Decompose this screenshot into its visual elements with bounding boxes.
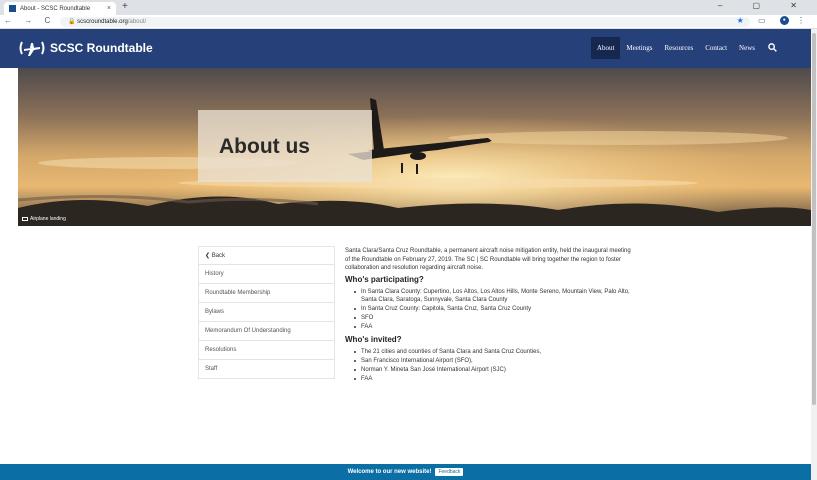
sidebar-item-bylaws[interactable]: Bylaws — [198, 303, 335, 322]
url-host: scscroundtable.org — [77, 19, 128, 25]
airplane-logo-icon — [19, 41, 45, 56]
nav-resources[interactable]: Resources — [658, 37, 699, 59]
page-scrollbar[interactable] — [811, 29, 817, 480]
camera-icon — [22, 217, 28, 221]
nav-news[interactable]: News — [733, 37, 761, 59]
sidebar-item-label: Back — [211, 252, 226, 259]
tab-title: About - SCSC Roundtable — [20, 5, 91, 12]
nav-contact[interactable]: Contact — [699, 37, 733, 59]
hero-sunset-image — [18, 68, 811, 226]
new-tab-button[interactable]: + — [122, 1, 128, 12]
chevron-left-icon: ❮ — [205, 253, 212, 259]
sidebar-nav: ❮ Back History Roundtable Membership Byl… — [198, 246, 335, 379]
browser-toolbar: ← → C 🔒 scscroundtable.org/about/ ★ ▭ ● … — [0, 15, 817, 29]
list-item: Norman Y. Mineta San José International … — [353, 366, 635, 375]
list-item: In Santa Cruz County: Capitola, Santa Cr… — [353, 305, 635, 314]
browser-extensions: ★ ▭ ● ⋮ — [737, 16, 811, 26]
hero-banner — [18, 68, 811, 226]
lock-icon: 🔒 — [68, 19, 78, 25]
browser-tab-strip: About - SCSC Roundtable × + – ▢ ✕ — [0, 0, 817, 15]
browser-tab[interactable]: About - SCSC Roundtable × — [4, 2, 116, 15]
search-icon[interactable] — [761, 39, 784, 58]
nav-meetings[interactable]: Meetings — [620, 37, 658, 59]
main-content: Santa Clara/Santa Cruz Roundtable, a per… — [345, 247, 635, 386]
list-item: FAA — [353, 323, 635, 332]
invited-heading: Who's invited? — [345, 334, 402, 344]
profile-avatar[interactable]: ● — [779, 16, 789, 26]
participating-list: In Santa Clara County: Cupertino, Los Al… — [353, 288, 635, 332]
sidebar-item-membership[interactable]: Roundtable Membership — [198, 284, 335, 303]
bookmark-star-icon[interactable]: ★ — [737, 16, 750, 25]
list-item: FAA — [353, 375, 635, 384]
sidebar-item-back[interactable]: ❮ Back — [198, 246, 335, 265]
menu-kebab-icon[interactable]: ⋮ — [797, 16, 811, 25]
page-title: About us — [219, 135, 310, 158]
participating-heading: Who's participating? — [345, 274, 424, 284]
nav-buttons[interactable]: ← → C — [4, 16, 55, 25]
intro-paragraph: Santa Clara/Santa Cruz Roundtable, a per… — [345, 248, 631, 271]
main-nav: About Meetings Resources Contact News — [590, 37, 784, 59]
list-item: San Francisco International Airport (SFO… — [353, 357, 635, 366]
sidebar-item-mou[interactable]: Memorandum Of Understanding — [198, 322, 335, 341]
invited-list: The 21 cities and counties of Santa Clar… — [353, 348, 635, 384]
logo-text: SCSC Roundtable — [50, 41, 153, 55]
site-header: SCSC Roundtable About Meetings Resources… — [0, 29, 811, 68]
welcome-message: Welcome to our new website! — [347, 469, 432, 475]
address-bar[interactable]: 🔒 scscroundtable.org/about/ — [60, 17, 750, 27]
close-tab-icon[interactable]: × — [107, 5, 111, 12]
sidebar-item-staff[interactable]: Staff — [198, 360, 335, 379]
image-caption: Airplane landing — [22, 216, 66, 222]
site-logo[interactable]: SCSC Roundtable — [18, 38, 153, 58]
sidebar-item-history[interactable]: History — [198, 265, 335, 284]
sidebar-item-resolutions[interactable]: Resolutions — [198, 341, 335, 360]
list-item: In Santa Clara County: Cupertino, Los Al… — [353, 288, 635, 305]
scrollbar-thumb[interactable] — [812, 33, 816, 405]
list-item: SFO — [353, 314, 635, 323]
nav-about[interactable]: About — [590, 37, 621, 59]
welcome-banner: Welcome to our new website! Feedback — [0, 464, 811, 480]
caption-text: Airplane landing — [30, 216, 66, 222]
feedback-button[interactable]: Feedback — [435, 468, 464, 476]
window-controls[interactable]: – ▢ ✕ — [718, 1, 811, 10]
cast-icon[interactable]: ▭ — [758, 16, 772, 25]
url-path: /about/ — [127, 19, 147, 25]
favicon-icon — [9, 5, 16, 12]
list-item: The 21 cities and counties of Santa Clar… — [353, 348, 635, 357]
